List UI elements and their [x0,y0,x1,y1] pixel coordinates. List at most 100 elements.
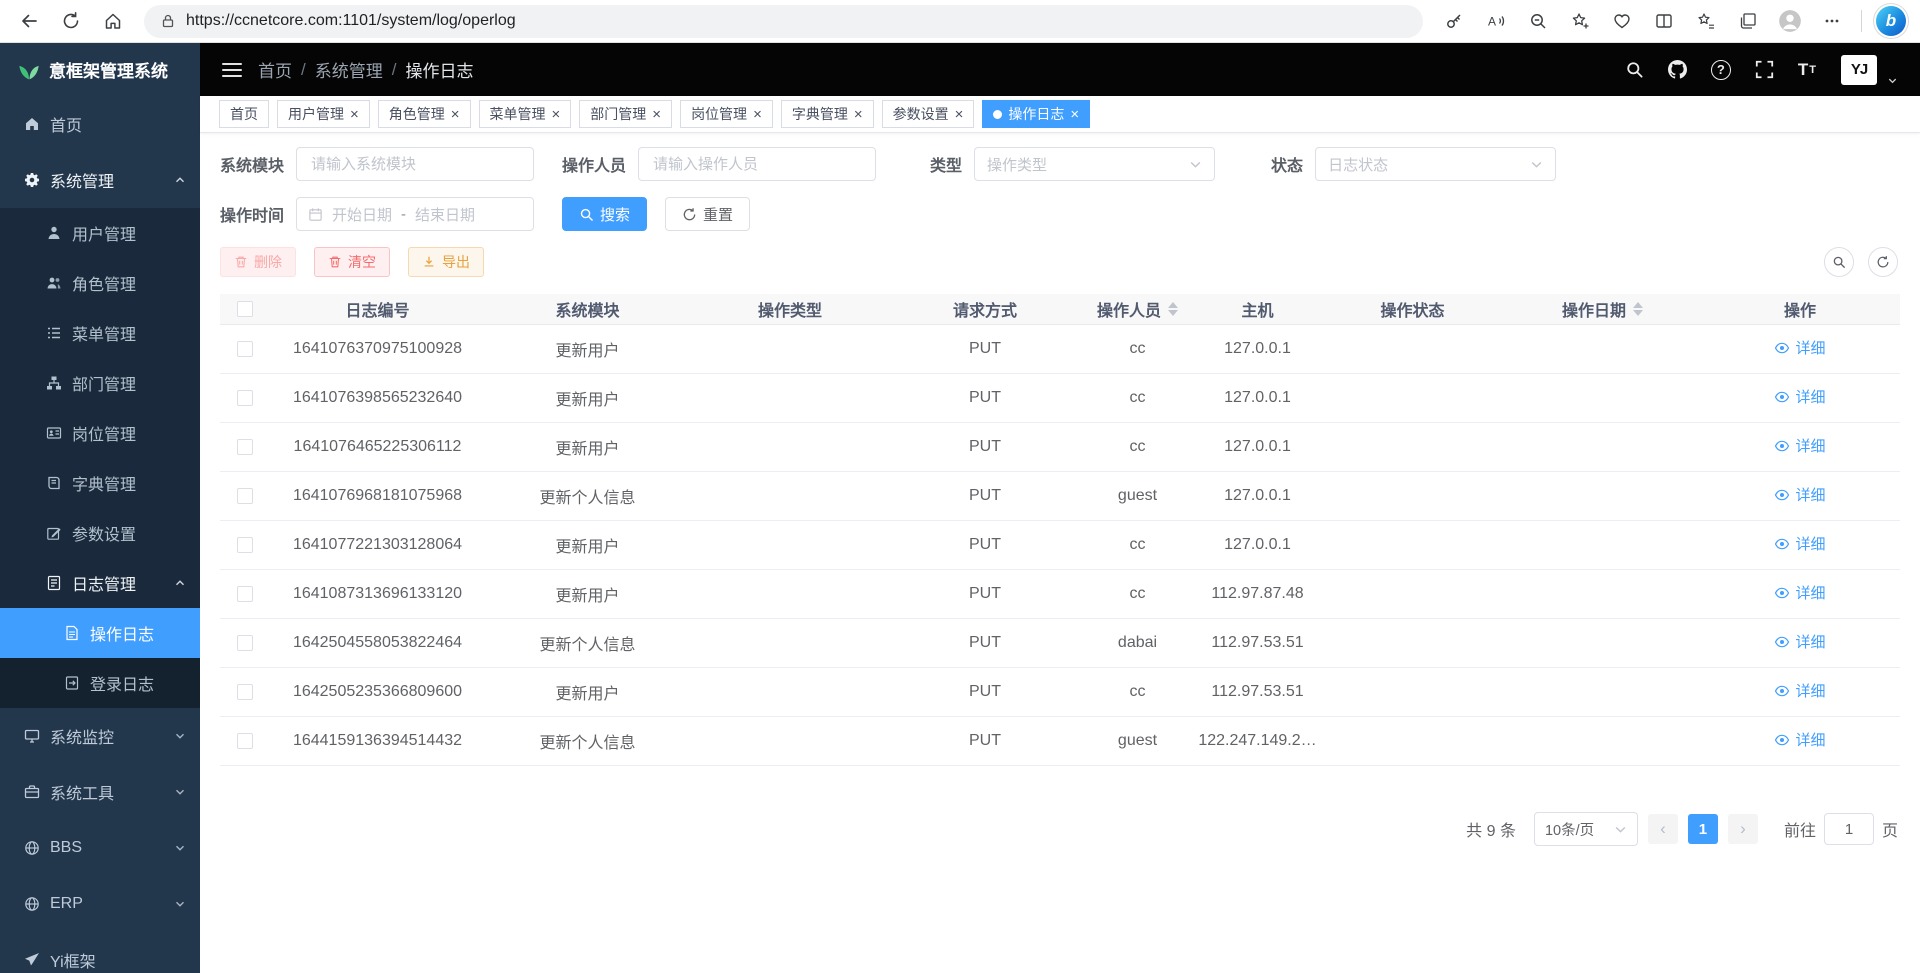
page-1-button[interactable]: 1 [1688,814,1718,844]
detail-link[interactable]: 详细 [1774,386,1825,407]
clear-button[interactable]: 清空 [314,247,390,277]
fullscreen-icon[interactable] [1755,60,1774,79]
browser-essentials-icon[interactable] [1603,4,1641,38]
detail-link[interactable]: 详细 [1774,533,1825,554]
sidebar-item-user-mgmt[interactable]: 用户管理 [0,208,200,258]
close-icon[interactable]: × [854,107,863,122]
page-size-select[interactable]: 10条/页 [1534,812,1638,846]
sidebar-item-oper-log[interactable]: 操作日志 [0,608,200,658]
row-checkbox[interactable] [237,733,253,749]
user-logo[interactable]: YJ [1841,55,1877,85]
sort-icon[interactable] [1168,302,1178,316]
date-range-picker[interactable]: 开始日期 - 结束日期 [296,197,534,231]
sidebar-item-home[interactable]: 首页 [0,96,200,152]
sidebar-item-log-mgmt[interactable]: 日志管理 [0,558,200,608]
sidebar-item-yi-framework[interactable]: Yi框架 [0,932,200,973]
zoom-out-icon[interactable] [1519,4,1557,38]
close-icon[interactable]: × [1070,107,1079,122]
row-checkbox[interactable] [237,439,253,455]
browser-back-button[interactable] [10,4,48,38]
toggle-search-button[interactable] [1824,247,1854,277]
prev-page-button[interactable]: ‹ [1648,814,1678,844]
app-logo[interactable]: 意框架管理系统 [0,43,200,96]
read-aloud-icon[interactable]: A [1477,4,1515,38]
detail-link[interactable]: 详细 [1774,582,1825,603]
collections-icon[interactable] [1729,4,1767,38]
delete-button[interactable]: 删除 [220,247,296,277]
row-checkbox[interactable] [237,684,253,700]
sidebar-item-system-monitor[interactable]: 系统监控 [0,708,200,764]
row-checkbox[interactable] [237,341,253,357]
favorites-bar-icon[interactable] [1687,4,1725,38]
close-icon[interactable]: × [552,107,561,122]
detail-link[interactable]: 详细 [1774,484,1825,505]
breadcrumb-item[interactable]: 系统管理 [315,57,383,82]
export-button[interactable]: 导出 [408,247,484,277]
sidebar-item-erp[interactable]: ERP [0,876,200,932]
sort-desc-icon[interactable] [1633,310,1643,316]
detail-link[interactable]: 详细 [1774,729,1825,750]
password-key-icon[interactable] [1435,4,1473,38]
detail-link[interactable]: 详细 [1774,337,1825,358]
close-icon[interactable]: × [753,107,762,122]
sidebar-toggle-icon[interactable] [222,63,242,77]
close-icon[interactable]: × [451,107,460,122]
detail-link[interactable]: 详细 [1774,435,1825,456]
search-button[interactable]: 搜索 [562,197,647,231]
sidebar-item-param-settings[interactable]: 参数设置 [0,508,200,558]
sidebar-item-menu-mgmt[interactable]: 菜单管理 [0,308,200,358]
browser-home-button[interactable] [94,4,132,38]
github-icon[interactable] [1668,60,1687,79]
sidebar-item-login-log[interactable]: 登录日志 [0,658,200,708]
browser-profile-avatar[interactable] [1771,4,1809,38]
sidebar-item-system-mgmt[interactable]: 系统管理 [0,152,200,208]
close-icon[interactable]: × [652,107,661,122]
tab-部门管理[interactable]: 部门管理× [579,100,672,128]
sort-icon[interactable] [1633,302,1643,316]
address-bar[interactable]: https://ccnetcore.com:1101/system/log/op… [144,5,1423,38]
breadcrumb-item[interactable]: 首页 [258,57,292,82]
sidebar-item-dept-mgmt[interactable]: 部门管理 [0,358,200,408]
module-input[interactable] [296,147,534,181]
tab-菜单管理[interactable]: 菜单管理× [479,100,572,128]
reset-button[interactable]: 重置 [665,197,750,231]
tab-岗位管理[interactable]: 岗位管理× [680,100,773,128]
sidebar-item-bbs[interactable]: BBS [0,820,200,876]
tab-参数设置[interactable]: 参数设置× [882,100,975,128]
detail-link[interactable]: 详细 [1774,631,1825,652]
row-checkbox[interactable] [237,635,253,651]
operator-input[interactable] [638,147,876,181]
tab-首页[interactable]: 首页 [219,100,269,128]
select-all-checkbox[interactable] [237,301,253,317]
browser-refresh-button[interactable] [52,4,90,38]
sidebar-item-post-mgmt[interactable]: 岗位管理 [0,408,200,458]
help-icon[interactable]: ? [1711,60,1731,80]
split-screen-icon[interactable] [1645,4,1683,38]
row-checkbox[interactable] [237,537,253,553]
tab-角色管理[interactable]: 角色管理× [378,100,471,128]
type-select[interactable]: 操作类型 [974,147,1215,181]
favorites-add-icon[interactable] [1561,4,1599,38]
bing-icon[interactable]: b [1876,6,1906,36]
row-checkbox[interactable] [237,488,253,504]
sidebar-item-dict-mgmt[interactable]: 字典管理 [0,458,200,508]
sidebar-item-role-mgmt[interactable]: 角色管理 [0,258,200,308]
refresh-table-button[interactable] [1868,247,1898,277]
close-icon[interactable]: × [955,107,964,122]
font-size-icon[interactable]: TT [1798,60,1817,80]
tab-操作日志[interactable]: 操作日志× [982,100,1090,128]
row-checkbox[interactable] [237,390,253,406]
sort-desc-icon[interactable] [1168,310,1178,316]
status-select[interactable]: 日志状态 [1315,147,1556,181]
sort-asc-icon[interactable] [1633,302,1643,308]
close-icon[interactable]: × [350,107,359,122]
next-page-button[interactable]: › [1728,814,1758,844]
row-checkbox[interactable] [237,586,253,602]
detail-link[interactable]: 详细 [1774,680,1825,701]
header-search-icon[interactable] [1625,60,1644,79]
browser-settings-more-icon[interactable] [1813,4,1851,38]
tab-用户管理[interactable]: 用户管理× [277,100,370,128]
sort-asc-icon[interactable] [1168,302,1178,308]
tab-字典管理[interactable]: 字典管理× [781,100,874,128]
sidebar-item-system-tools[interactable]: 系统工具 [0,764,200,820]
